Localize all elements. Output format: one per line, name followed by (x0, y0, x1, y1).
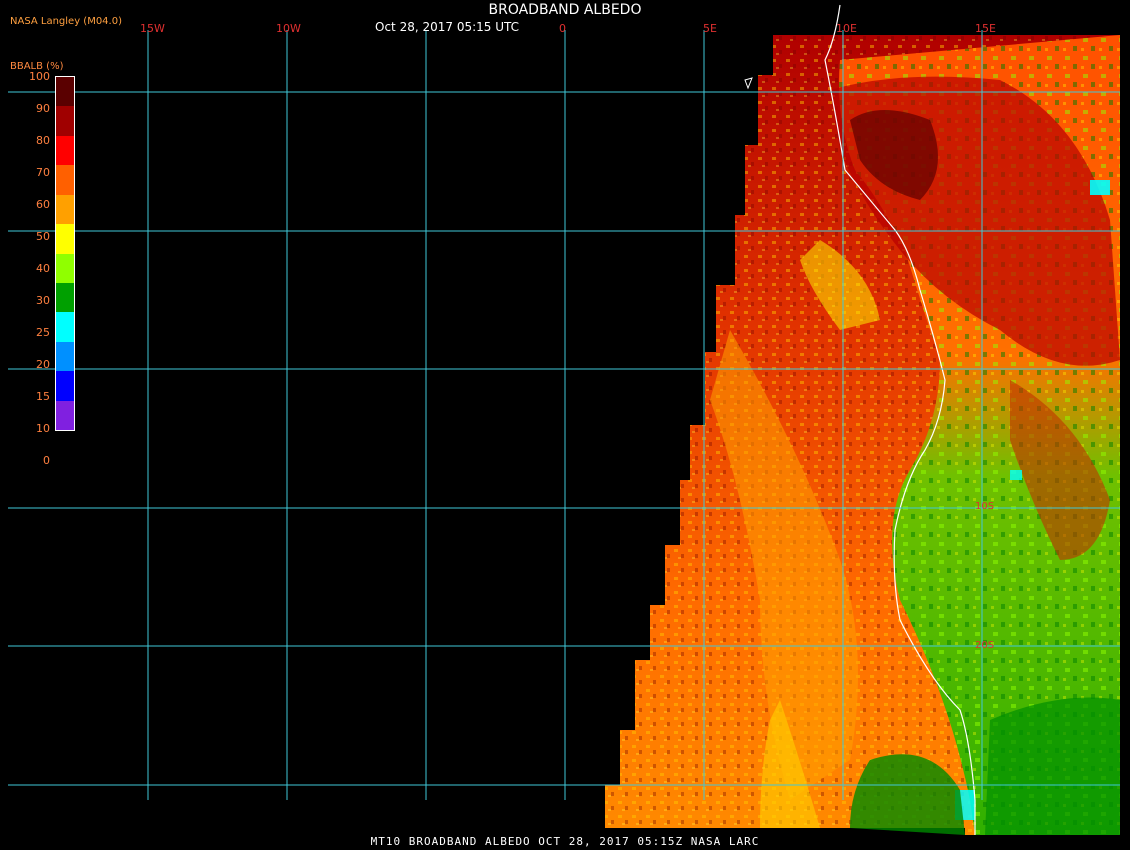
legend-swatch (56, 400, 74, 431)
legend-tick-label: 50 (36, 230, 50, 243)
legend-swatch (56, 77, 74, 107)
island-outline (744, 77, 753, 90)
legend-tick-label: 100 (29, 70, 50, 83)
legend-swatch (56, 253, 74, 284)
legend-colorbar (55, 76, 75, 431)
legend-swatch (56, 371, 74, 402)
legend-tick-label: 90 (36, 102, 50, 115)
legend-tick-label: 20 (36, 358, 50, 371)
legend-tick-label: 25 (36, 326, 50, 339)
legend-tick-label: 40 (36, 262, 50, 275)
legend-tick-label: 30 (36, 294, 50, 307)
satellite-swath (605, 35, 1120, 835)
legend-tick-label: 10 (36, 422, 50, 435)
lon-label-5e: 5E (703, 22, 717, 35)
legend-swatch (56, 312, 74, 343)
lon-label-0: 0 (559, 22, 566, 35)
legend-swatch (56, 282, 74, 313)
legend-tick-label: 70 (36, 166, 50, 179)
legend-swatch (56, 135, 74, 166)
lat-label-20s: 20S (975, 640, 995, 651)
lat-label-10s: 10S (975, 501, 995, 512)
legend-tick-label: 15 (36, 390, 50, 403)
legend-swatch (56, 224, 74, 254)
lon-label-15e: 15E (975, 22, 996, 35)
legend-swatch (56, 106, 74, 137)
product-title: BROADBAND ALBEDO (488, 2, 642, 18)
lon-label-15w: 15W (140, 22, 165, 35)
legend-tick-label: 60 (36, 198, 50, 211)
footer-caption: MT10 BROADBAND ALBEDO OCT 28, 2017 05:15… (370, 835, 760, 848)
legend-tick-label: 0 (43, 454, 50, 467)
legend-tick-label: 80 (36, 134, 50, 147)
legend-swatch (56, 341, 74, 372)
legend-swatch (56, 165, 74, 196)
lon-label-10w: 10W (276, 22, 301, 35)
organization-label: NASA Langley (M04.0) (10, 16, 122, 27)
legend-swatch (56, 194, 74, 225)
lon-label-10e: 10E (836, 22, 857, 35)
albedo-map (8, 4, 1120, 835)
